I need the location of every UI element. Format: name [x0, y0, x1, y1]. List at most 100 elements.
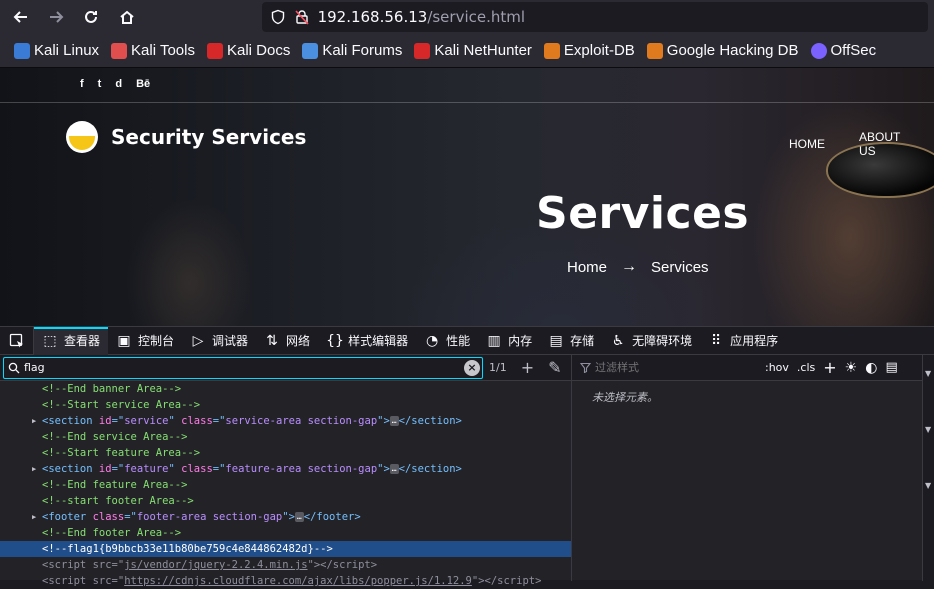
memory-icon: ▥ — [487, 332, 501, 349]
collapsed-children-badge[interactable]: … — [294, 512, 304, 522]
collapsed-children-badge[interactable]: … — [389, 416, 399, 426]
site-logo[interactable]: Security Services — [66, 121, 306, 153]
markup-punct: > — [354, 511, 361, 523]
breadcrumb: Home → Services — [567, 258, 709, 276]
markup-punct: > — [288, 511, 295, 523]
sidebar-strip: ▼ ▼ ▼ — [922, 355, 934, 581]
back-button[interactable] — [6, 2, 35, 32]
markup-attr-name: src=" — [92, 559, 125, 571]
markup-punct: =" — [111, 463, 125, 475]
markup-search-input[interactable] — [24, 361, 464, 374]
dark-theme-icon[interactable]: ◐ — [865, 360, 877, 376]
markup-node[interactable]: <!--Start feature Area--> — [0, 445, 571, 461]
tab-network[interactable]: ⇅ 网络 — [256, 327, 318, 355]
twitter-icon[interactable]: t — [98, 78, 102, 90]
search-icon — [8, 362, 20, 373]
markup-attr-value[interactable]: js/vendor/jquery-2.2.4.min.js — [124, 559, 307, 571]
markup-punct: > — [455, 415, 462, 427]
markup-attr-name: class — [181, 463, 213, 475]
hover-state-toggle[interactable]: :hov — [765, 361, 789, 374]
markup-tag-name: <script — [42, 559, 93, 571]
bookmark-kali-forums[interactable]: Kali Forums — [302, 42, 402, 59]
markup-attr-value: service-area section-gap — [225, 415, 378, 427]
picker-icon — [9, 333, 23, 347]
tab-inspector[interactable]: ⬚ 查看器 — [34, 326, 109, 355]
light-theme-icon[interactable]: ☀ — [845, 360, 858, 376]
markup-search[interactable]: × — [3, 356, 483, 379]
clear-search-icon[interactable]: × — [464, 359, 480, 376]
tab-style-editor[interactable]: {} 样式编辑器 — [318, 327, 416, 355]
markup-comment: <!--End banner Area--> — [42, 383, 182, 395]
tab-label: 应用程序 — [730, 334, 779, 348]
insecure-lock-icon[interactable] — [294, 9, 310, 25]
markup-node[interactable]: <!--End service Area--> — [0, 429, 571, 445]
markup-node[interactable]: <section id="feature" class="feature-are… — [0, 461, 571, 477]
breadcrumb-current[interactable]: Services — [651, 259, 709, 276]
console-icon: ▣ — [117, 332, 131, 349]
arrow-right-icon — [50, 11, 64, 23]
bookmark-offsec[interactable]: OffSec — [810, 42, 876, 59]
kali-dragon-icon — [14, 42, 30, 59]
bookmark-kali-docs[interactable]: Kali Docs — [206, 42, 290, 59]
tab-performance[interactable]: ◔ 性能 — [416, 327, 478, 355]
tab-memory[interactable]: ▥ 内存 — [478, 327, 540, 355]
markup-node[interactable]: <!--End footer Area--> — [0, 525, 571, 541]
tab-label: 调试器 — [212, 334, 249, 348]
bookmarks-toolbar: Kali Linux Kali Tools Kali Docs Kali For… — [0, 34, 934, 68]
bookmark-kali-nethunter[interactable]: Kali NetHunter — [414, 42, 532, 59]
chevron-down-icon[interactable]: ▼ — [925, 369, 931, 378]
markup-attr-value: feature-area section-gap — [225, 463, 378, 475]
class-toggle[interactable]: .cls — [797, 361, 815, 374]
markup-punct: " — [168, 463, 175, 475]
markup-node[interactable]: <!--End feature Area--> — [0, 477, 571, 493]
markup-comment: <!--End service Area--> — [42, 431, 188, 443]
url-bar[interactable]: 192.168.56.13/service.html — [261, 2, 928, 32]
markup-node[interactable]: <script src="https://cdnjs.cloudflare.co… — [0, 573, 571, 589]
collapsed-children-badge[interactable]: … — [389, 464, 399, 474]
dribbble-icon[interactable]: d — [115, 78, 122, 90]
menu-item-home[interactable]: HOME — [789, 137, 825, 151]
eyedropper-icon[interactable]: ✎ — [548, 358, 561, 377]
bookmark-exploit-db[interactable]: Exploit-DB — [543, 42, 635, 59]
filter-icon — [580, 362, 591, 373]
debugger-icon: ▷ — [192, 332, 204, 349]
reload-button[interactable] — [77, 2, 106, 32]
markup-attr-value[interactable]: https://cdnjs.cloudflare.com/ajax/libs/p… — [124, 575, 472, 587]
bookmark-kali-tools[interactable]: Kali Tools — [111, 42, 195, 59]
chevron-down-icon[interactable]: ▼ — [925, 425, 931, 434]
markup-node[interactable]: <script src="js/vendor/jquery-2.2.4.min.… — [0, 557, 571, 573]
shield-icon[interactable] — [270, 9, 286, 25]
markup-punct: > — [383, 463, 390, 475]
filter-styles-input[interactable] — [595, 361, 755, 374]
element-picker-button[interactable] — [0, 326, 34, 355]
markup-node[interactable]: <section id="service" class="service-are… — [0, 413, 571, 429]
markup-node[interactable]: <!--Start service Area--> — [0, 397, 571, 413]
header-divider — [0, 102, 934, 103]
tab-label: 性能 — [446, 334, 471, 348]
tab-accessibility[interactable]: ♿ 无障碍环境 — [602, 327, 700, 355]
forward-button[interactable] — [41, 2, 70, 32]
markup-node[interactable]: <footer class="footer-area section-gap">… — [0, 509, 571, 525]
chevron-down-icon[interactable]: ▼ — [925, 481, 931, 490]
behance-icon[interactable]: Bē — [136, 78, 150, 90]
markup-comment: <!--Start service Area--> — [42, 399, 201, 411]
home-button[interactable] — [112, 2, 141, 32]
accessibility-icon: ♿ — [611, 332, 625, 349]
tab-storage[interactable]: ▤ 存储 — [540, 327, 602, 355]
tab-debugger[interactable]: ▷ 调试器 — [182, 327, 256, 355]
facebook-icon[interactable]: f — [80, 78, 84, 90]
breadcrumb-home[interactable]: Home — [567, 259, 607, 276]
print-media-icon[interactable]: ▤ — [885, 360, 897, 375]
add-rule-icon[interactable]: + — [823, 358, 836, 377]
add-node-icon[interactable]: + — [521, 358, 534, 377]
bookmark-kali-linux[interactable]: Kali Linux — [14, 42, 99, 59]
bookmark-google-hacking-db[interactable]: Google Hacking DB — [646, 42, 799, 59]
tab-application[interactable]: ⠿ 应用程序 — [700, 327, 786, 355]
tab-console[interactable]: ▣ 控制台 — [108, 327, 182, 355]
rules-toolbar: :hov .cls + ☀ ◐ ▤ — [572, 355, 934, 381]
markup-node[interactable]: <!--start footer Area--> — [0, 493, 571, 509]
markup-node-selected[interactable]: <!--flag1{b9bbcb33e11b80be759c4e84486248… — [0, 541, 571, 557]
markup-attr-name: class — [92, 511, 125, 523]
menu-item-about-us[interactable]: ABOUT US — [859, 130, 900, 158]
markup-node[interactable]: <!--End banner Area--> — [0, 381, 571, 397]
